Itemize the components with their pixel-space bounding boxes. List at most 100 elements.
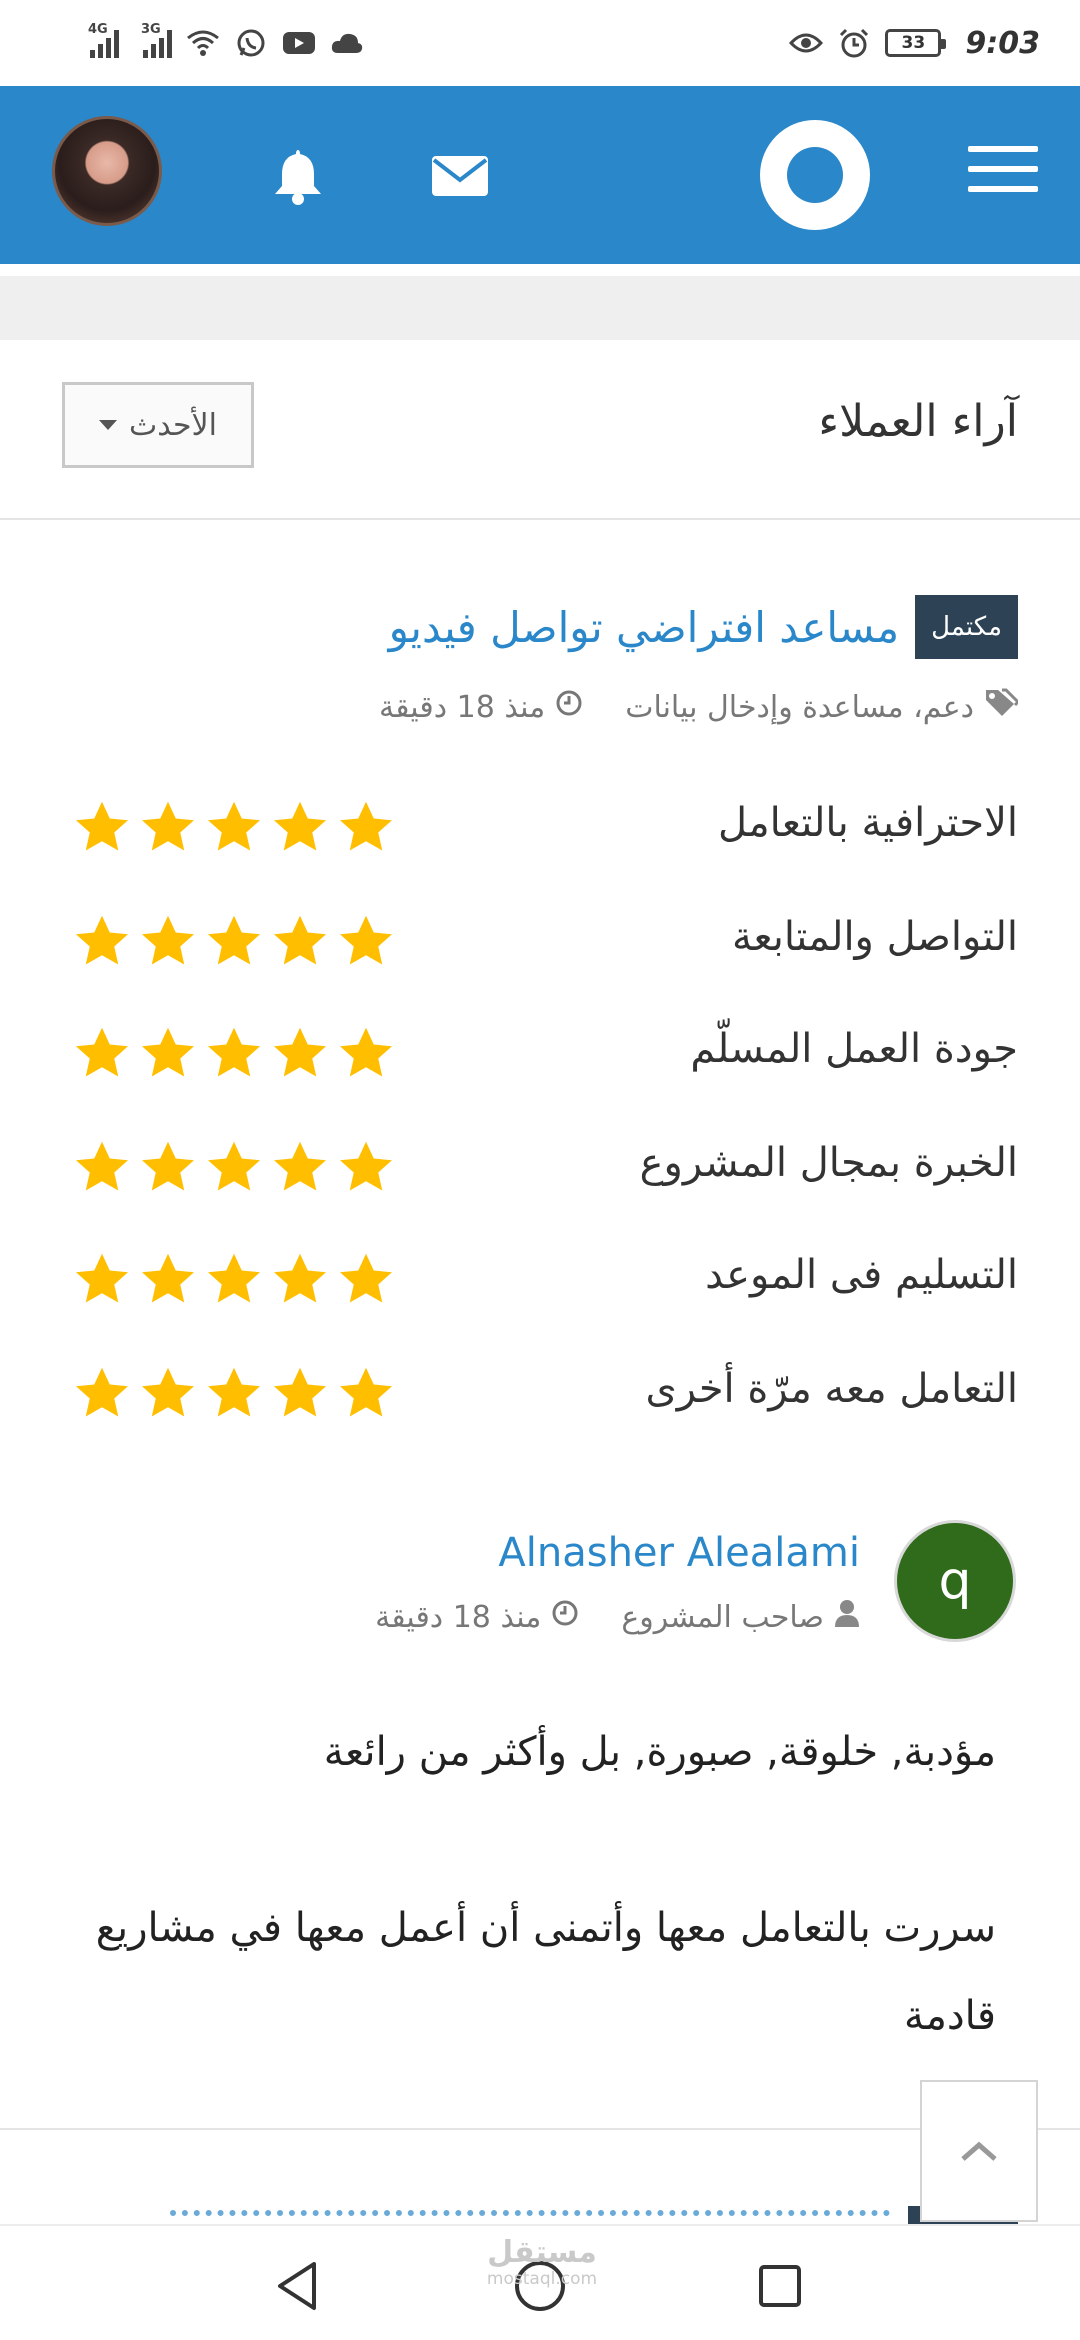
watermark-brand-en: mostaql.com — [486, 2269, 598, 2289]
project-tags[interactable]: دعم، مساعدة وإدخال بيانات — [625, 690, 974, 725]
star-icon — [340, 801, 392, 851]
star-icon — [142, 1141, 194, 1191]
watermark-brand-ar: مستقل — [487, 2235, 597, 2270]
star-icon — [208, 915, 260, 965]
whatsapp-icon — [234, 26, 268, 60]
app-header — [0, 86, 1080, 264]
reviewer-name-link[interactable]: Alnasher Alealami — [498, 1530, 860, 1576]
star-rating — [72, 1364, 396, 1424]
rating-label: التعامل معه مرّة أخرى — [645, 1366, 1018, 1412]
user-avatar[interactable] — [52, 116, 162, 226]
star-icon — [142, 1253, 194, 1303]
ring-logo-icon[interactable] — [760, 120, 870, 230]
star-icon — [340, 1253, 392, 1303]
rating-row: الاحترافية بالتعامل — [0, 792, 1080, 864]
bell-icon[interactable] — [266, 144, 330, 208]
review-time: منذ 18 دقيقة — [375, 1599, 542, 1635]
star-icon — [142, 1367, 194, 1417]
star-icon — [76, 801, 128, 851]
star-icon — [208, 1367, 260, 1417]
reviewer-meta: صاحب المشروع منذ 18 دقيقة — [375, 1594, 860, 1640]
star-icon — [76, 1027, 128, 1077]
reviewer-avatar[interactable]: q — [894, 1520, 1016, 1642]
star-rating — [72, 1250, 396, 1310]
rating-label: التواصل والمتابعة — [732, 914, 1018, 960]
rating-label: التسليم فى الموعد — [705, 1252, 1018, 1298]
chevron-up-icon — [961, 2141, 997, 2161]
star-icon — [208, 1253, 260, 1303]
envelope-icon[interactable] — [428, 144, 492, 208]
rating-label: الخبرة بمجال المشروع — [639, 1140, 1018, 1186]
star-icon — [340, 915, 392, 965]
star-icon — [274, 915, 326, 965]
sort-dropdown[interactable]: الأحدث — [62, 382, 254, 468]
scroll-to-top-button[interactable] — [920, 2080, 1038, 2222]
star-icon — [274, 801, 326, 851]
system-nav-bar: مستقل mostaql.com — [0, 2224, 1080, 2340]
user-icon — [834, 1599, 860, 1635]
star-icon — [142, 1027, 194, 1077]
star-icon — [76, 915, 128, 965]
gray-separator — [0, 276, 1080, 340]
clock-icon — [551, 1599, 579, 1635]
rating-row: التواصل والمتابعة — [0, 906, 1080, 978]
wifi-icon — [186, 26, 220, 60]
battery-icon: 33 — [885, 29, 947, 57]
rating-row: الخبرة بمجال المشروع — [0, 1132, 1080, 1204]
sort-label: الأحدث — [129, 407, 217, 443]
star-icon — [208, 1027, 260, 1077]
star-icon — [274, 1253, 326, 1303]
star-icon — [142, 801, 194, 851]
signal-4g-label: 4G — [88, 22, 108, 37]
clock: 9:03 — [965, 25, 1040, 61]
rating-row: جودة العمل المسلّم — [0, 1018, 1080, 1090]
caret-down-icon — [99, 420, 117, 430]
signal-3g-icon: 3G — [141, 22, 172, 58]
tags-icon — [984, 688, 1021, 726]
star-rating — [72, 912, 396, 972]
signal-3g-label: 3G — [141, 22, 161, 37]
star-icon — [340, 1367, 392, 1417]
back-nav-icon[interactable] — [266, 2254, 330, 2318]
star-icon — [208, 1141, 260, 1191]
clock-icon — [555, 689, 583, 725]
divider — [0, 2128, 1080, 2130]
signal-4g-icon: 4G — [88, 22, 119, 58]
hamburger-menu-icon[interactable] — [968, 146, 1038, 198]
star-icon — [76, 1253, 128, 1303]
star-rating — [72, 798, 396, 858]
star-rating — [72, 1138, 396, 1198]
cloud-icon — [330, 26, 364, 60]
rating-label: الاحترافية بالتعامل — [717, 800, 1018, 846]
reviewer-role: صاحب المشروع — [621, 1599, 824, 1635]
star-icon — [76, 1367, 128, 1417]
star-icon — [274, 1141, 326, 1191]
youtube-icon — [282, 26, 316, 60]
review-comment-paragraph: مؤدبة, خلوقة, صبورة, بل وأكثر من رائعة — [323, 1729, 996, 1775]
star-icon — [340, 1141, 392, 1191]
star-icon — [274, 1367, 326, 1417]
reviews-header: آراء العملاء الأحدث — [0, 340, 1080, 520]
star-icon — [76, 1141, 128, 1191]
status-badge: مكتمل — [915, 595, 1018, 659]
project-meta: دعم، مساعدة وإدخال بيانات منذ 18 دقيقة — [379, 684, 1021, 730]
alarm-icon — [837, 26, 871, 60]
project-time: منذ 18 دقيقة — [379, 689, 546, 725]
status-bar: 4G 3G 33 9:03 — [0, 0, 1080, 86]
rating-label: جودة العمل المسلّم — [690, 1026, 1018, 1072]
review-comment-paragraph: سررت بالتعامل معها وأتمنى أن أعمل معها ف… — [95, 1905, 996, 2039]
star-rating — [72, 1024, 396, 1084]
eye-icon — [789, 26, 824, 60]
status-right: 33 9:03 — [789, 20, 1040, 66]
rating-row: التعامل معه مرّة أخرى — [0, 1358, 1080, 1430]
star-icon — [274, 1027, 326, 1077]
star-icon — [340, 1027, 392, 1077]
rating-row: التسليم فى الموعد — [0, 1244, 1080, 1316]
project-title-row: مكتمل مساعد افتراضي تواصل فيديو — [389, 594, 1018, 660]
status-left: 4G 3G — [88, 20, 364, 66]
star-icon — [208, 801, 260, 851]
project-title-link[interactable]: مساعد افتراضي تواصل فيديو — [389, 603, 900, 652]
star-icon — [142, 915, 194, 965]
mostaql-watermark: مستقل mostaql.com — [472, 2235, 612, 2289]
recents-nav-icon[interactable] — [748, 2254, 812, 2318]
